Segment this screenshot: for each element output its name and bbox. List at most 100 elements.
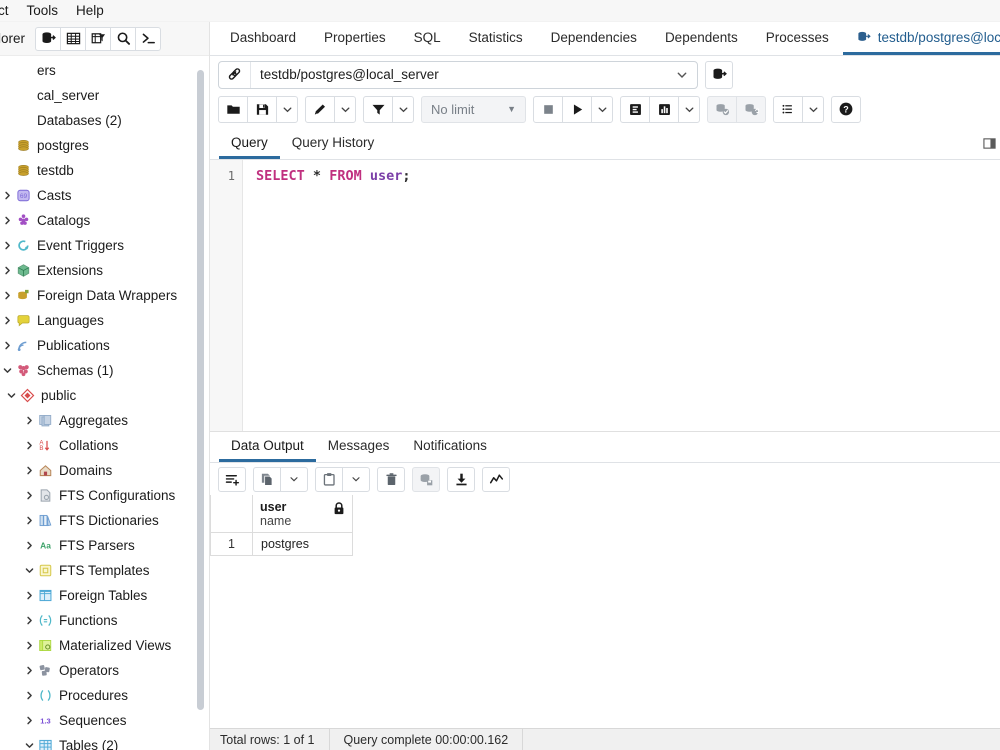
tree-item-domains[interactable]: Domains	[0, 458, 209, 483]
tree-item-fts-dictionaries[interactable]: FTS Dictionaries	[0, 508, 209, 533]
query-subtab-query[interactable]: Query	[219, 128, 280, 159]
chevron-right-icon[interactable]	[22, 416, 36, 425]
tree-item-cal-server[interactable]: cal_server	[0, 83, 209, 108]
add-row-icon[interactable]	[218, 466, 246, 492]
tree-item-procedures[interactable]: Procedures	[0, 683, 209, 708]
chevron-right-icon[interactable]	[0, 316, 14, 325]
panel-icon[interactable]	[981, 135, 997, 151]
edit-chevron-down-icon[interactable]	[334, 95, 356, 123]
connection-select[interactable]: testdb/postgres@local_server	[218, 60, 698, 89]
stop-icon[interactable]	[533, 95, 563, 123]
tree-item-publications[interactable]: Publications	[0, 333, 209, 358]
tree-item-fts-parsers[interactable]: Aa FTS Parsers	[0, 533, 209, 558]
download-csv-icon[interactable]	[447, 466, 475, 492]
tab-dependencies[interactable]: Dependencies	[537, 22, 651, 55]
tree-item-postgres[interactable]: postgres	[0, 133, 209, 158]
column-header-user[interactable]: user name	[252, 495, 353, 533]
object-explorer-tree[interactable]: ers cal_server Databases (2) postgres test…	[0, 56, 209, 750]
chevron-down-icon[interactable]	[22, 741, 36, 750]
tree-item-tables-2[interactable]: Tables (2)	[0, 733, 209, 750]
tree-item-fts-templates[interactable]: FTS Templates	[0, 558, 209, 583]
tree-item-fts-configurations[interactable]: FTS Configurations	[0, 483, 209, 508]
save-file-icon[interactable]	[247, 95, 277, 123]
filter-chevron-down-icon[interactable]	[392, 95, 414, 123]
copy-chevron-down-icon[interactable]	[280, 466, 308, 492]
tree-item-sequences[interactable]: 1.3 Sequences	[0, 708, 209, 733]
menu-item-tools[interactable]: Tools	[18, 0, 68, 22]
tab-statistics[interactable]: Statistics	[455, 22, 537, 55]
explain-chevron-down-icon[interactable]	[678, 95, 700, 123]
tab-dependents[interactable]: Dependents	[651, 22, 752, 55]
open-file-icon[interactable]	[218, 95, 248, 123]
chevron-right-icon[interactable]	[0, 241, 14, 250]
terminal-icon[interactable]	[135, 26, 162, 51]
query-subtab-query-history[interactable]: Query History	[280, 128, 387, 159]
chevron-right-icon[interactable]	[22, 666, 36, 675]
tree-item-casts[interactable]: 69 Casts	[0, 183, 209, 208]
trash-icon[interactable]	[377, 466, 405, 492]
execute-play-icon[interactable]	[562, 95, 592, 123]
table-grid-icon[interactable]	[60, 26, 87, 51]
tree-item-catalogs[interactable]: Catalogs	[0, 208, 209, 233]
save-data-icon[interactable]	[412, 466, 440, 492]
tree-item-schemas-1[interactable]: Schemas (1)	[0, 358, 209, 383]
chevron-right-icon[interactable]	[0, 341, 14, 350]
tab-properties[interactable]: Properties	[310, 22, 400, 55]
sql-code[interactable]: SELECT * FROM user;	[243, 160, 1000, 431]
commit-icon[interactable]	[707, 95, 737, 123]
tab-sql[interactable]: SQL	[400, 22, 455, 55]
new-connection-icon[interactable]	[705, 60, 733, 89]
chevron-right-icon[interactable]	[22, 516, 36, 525]
chevron-right-icon[interactable]	[22, 641, 36, 650]
output-tab-data-output[interactable]: Data Output	[219, 432, 316, 462]
macros-list-icon[interactable]	[773, 95, 803, 123]
paste-chevron-down-icon[interactable]	[342, 466, 370, 492]
menu-item-object[interactable]: ct	[0, 0, 18, 22]
tree-item-event-triggers[interactable]: Event Triggers	[0, 233, 209, 258]
tree-item-ers[interactable]: ers	[0, 58, 209, 83]
menu-item-help[interactable]: Help	[67, 0, 113, 22]
chevron-right-icon[interactable]	[22, 466, 36, 475]
chevron-right-icon[interactable]	[0, 191, 14, 200]
edit-pencil-icon[interactable]	[305, 95, 335, 123]
tab-testdb-postgres-loca[interactable]: testdb/postgres@loca	[842, 22, 1000, 55]
chevron-right-icon[interactable]	[22, 541, 36, 550]
chevron-right-icon[interactable]	[22, 716, 36, 725]
chevron-down-icon[interactable]	[667, 69, 697, 81]
tree-item-extensions[interactable]: Extensions	[0, 258, 209, 283]
table-cell[interactable]: postgres	[252, 532, 353, 556]
tree-item-foreign-tables[interactable]: Foreign Tables	[0, 583, 209, 608]
rollback-icon[interactable]	[736, 95, 766, 123]
tree-item-materialized-views[interactable]: Materialized Views	[0, 633, 209, 658]
output-tab-messages[interactable]: Messages	[316, 432, 402, 462]
chevron-right-icon[interactable]	[0, 266, 14, 275]
explain-icon[interactable]	[620, 95, 650, 123]
tree-item-operators[interactable]: Operators	[0, 658, 209, 683]
macros-chevron-down-icon[interactable]	[802, 95, 824, 123]
execute-chevron-down-icon[interactable]	[591, 95, 613, 123]
tab-processes[interactable]: Processes	[752, 22, 843, 55]
filter-icon[interactable]	[363, 95, 393, 123]
tree-scrollbar-thumb[interactable]	[197, 70, 204, 710]
row-limit-select[interactable]: No limit ▼	[421, 95, 526, 123]
filter-table-icon[interactable]	[85, 26, 112, 51]
copy-icon[interactable]	[253, 466, 281, 492]
chevron-down-icon[interactable]	[4, 391, 18, 400]
chevron-down-icon[interactable]	[0, 366, 14, 375]
tree-item-databases-2[interactable]: Databases (2)	[0, 108, 209, 133]
search-icon[interactable]	[110, 26, 137, 51]
tree-item-functions[interactable]: Functions	[0, 608, 209, 633]
chevron-right-icon[interactable]	[22, 691, 36, 700]
tab-dashboard[interactable]: Dashboard	[216, 22, 310, 55]
explain-analyze-icon[interactable]	[649, 95, 679, 123]
sql-editor[interactable]: 1 SELECT * FROM user;	[210, 160, 1000, 432]
tree-vertical-scrollbar[interactable]	[196, 58, 205, 738]
help-icon[interactable]: ?	[831, 95, 861, 123]
tree-item-public[interactable]: public	[0, 383, 209, 408]
server-icon[interactable]	[35, 26, 62, 51]
chevron-right-icon[interactable]	[0, 216, 14, 225]
tree-item-languages[interactable]: Languages	[0, 308, 209, 333]
result-grid[interactable]: user name 1 postgres	[210, 495, 1000, 695]
tree-item-testdb[interactable]: testdb	[0, 158, 209, 183]
output-tab-notifications[interactable]: Notifications	[401, 432, 499, 462]
